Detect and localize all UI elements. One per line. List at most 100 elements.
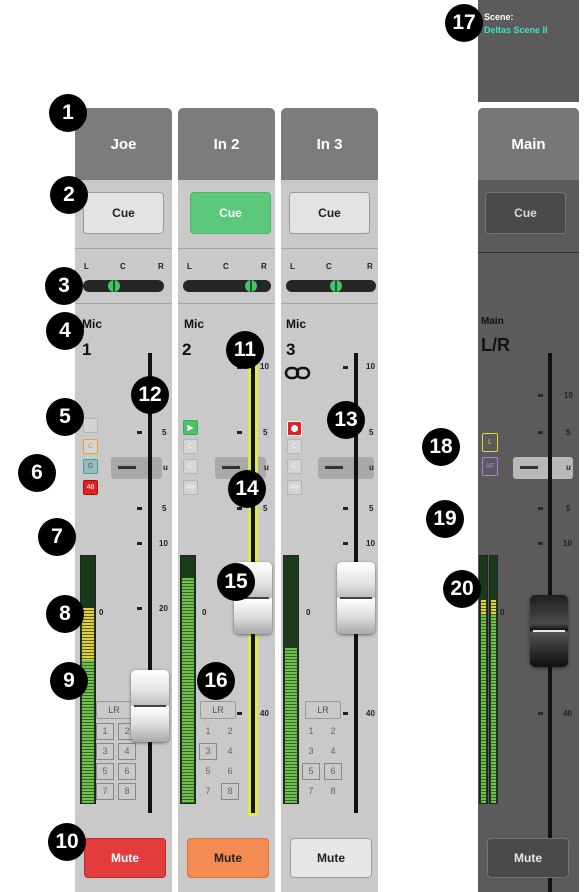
meter-fill	[285, 648, 297, 803]
mix-assign-6[interactable]: 6	[221, 763, 239, 780]
lr-assign-button[interactable]: LR	[200, 701, 236, 719]
mix-assign-4[interactable]: 4	[324, 743, 342, 760]
channel-name: Joe	[110, 136, 137, 153]
scale-label: 10	[564, 391, 573, 400]
scale-tick	[538, 507, 543, 510]
compressor-button[interactable]: C	[183, 439, 198, 454]
mix-assign-5[interactable]: 5	[96, 763, 114, 780]
mix-assign-8[interactable]: 8	[221, 783, 239, 800]
scale-tick	[538, 394, 543, 397]
divider	[178, 248, 275, 249]
callout-marker: 19	[426, 500, 464, 538]
record-button[interactable]	[287, 421, 302, 436]
pan-knob[interactable]	[108, 280, 120, 292]
scale-label: 5	[162, 504, 167, 513]
phantom-power-button[interactable]: 48	[183, 480, 198, 495]
limiter-button[interactable]: L	[482, 433, 498, 452]
scale-label: u	[369, 463, 374, 472]
lr-assign-button[interactable]: LR	[96, 701, 132, 719]
scale-tick	[137, 431, 142, 434]
phantom-power-button[interactable]: 48	[287, 480, 302, 495]
channel-name: In 3	[316, 136, 343, 153]
gate-button[interactable]: G	[183, 459, 198, 474]
source-type: Main	[481, 316, 504, 327]
scale-label: 10	[366, 362, 375, 371]
mix-assign-3[interactable]: 3	[199, 743, 217, 760]
afs-button[interactable]: AF	[482, 457, 498, 476]
compressor-button[interactable]: C	[83, 439, 98, 454]
pan-knob[interactable]	[245, 280, 257, 292]
mix-assign-3[interactable]: 3	[96, 743, 114, 760]
unity-gain-marker	[111, 457, 162, 479]
cue-button[interactable]: Cue	[190, 192, 271, 234]
scale-label: 5	[566, 504, 571, 513]
mix-assign-6[interactable]: 6	[324, 763, 342, 780]
mute-button[interactable]: Mute	[290, 838, 372, 878]
pan-slider[interactable]	[83, 280, 164, 292]
mix-assign-3[interactable]: 3	[302, 743, 320, 760]
callout-marker: 11	[226, 331, 264, 369]
pan-knob[interactable]	[330, 280, 342, 292]
pan-label-r: R	[261, 262, 267, 271]
scale-label: 5	[566, 428, 571, 437]
mute-button[interactable]: Mute	[187, 838, 269, 878]
mix-assign-7[interactable]: 7	[199, 783, 217, 800]
mix-assign-4[interactable]: 4	[118, 743, 136, 760]
callout-marker: 18	[422, 428, 460, 466]
cue-button[interactable]: Cue	[485, 192, 566, 234]
scale-label: u	[264, 463, 269, 472]
scale-label: 10	[563, 539, 572, 548]
cue-button[interactable]: Cue	[83, 192, 164, 234]
meter-peak-left	[481, 600, 486, 614]
scene-panel[interactable]: Scene: Deltas Scene II	[478, 0, 579, 102]
mix-assign-2[interactable]: 2	[221, 723, 239, 740]
mix-assign-7[interactable]: 7	[302, 783, 320, 800]
scale-label: 5	[162, 428, 167, 437]
channel-name-header[interactable]: Joe	[75, 108, 172, 180]
mix-assign-5[interactable]: 5	[199, 763, 217, 780]
mix-assign-1[interactable]: 1	[302, 723, 320, 740]
link-icon[interactable]	[284, 366, 312, 380]
gate-button[interactable]: G	[83, 459, 98, 474]
volume-fader[interactable]	[337, 562, 375, 634]
channel-name-header[interactable]: In 2	[178, 108, 275, 180]
main-volume-fader[interactable]	[530, 595, 568, 667]
unity-gain-marker	[318, 457, 374, 479]
channel-name-header[interactable]: In 3	[281, 108, 378, 180]
callout-marker: 20	[443, 570, 481, 608]
scene-label: Scene:	[484, 12, 514, 22]
lr-assign-button[interactable]: LR	[305, 701, 341, 719]
mix-assign-7[interactable]: 7	[96, 783, 114, 800]
scale-tick	[237, 712, 242, 715]
empty-indicator	[83, 418, 98, 433]
scale-label: 0	[306, 608, 311, 617]
mix-assign-8[interactable]: 8	[324, 783, 342, 800]
scale-tick	[137, 542, 142, 545]
scale-label: 40	[366, 709, 375, 718]
meter-peak-right	[491, 600, 496, 614]
gate-button[interactable]: G	[287, 459, 302, 474]
divider	[281, 303, 378, 304]
pan-slider[interactable]	[183, 280, 271, 292]
main-name-header[interactable]: Main	[478, 108, 579, 180]
mix-assign-8[interactable]: 8	[118, 783, 136, 800]
pan-label-c: C	[326, 262, 332, 271]
mix-assign-1[interactable]: 1	[199, 723, 217, 740]
mix-assign-1[interactable]: 1	[96, 723, 114, 740]
compressor-button[interactable]: C	[287, 439, 302, 454]
mute-button[interactable]: Mute	[84, 838, 166, 878]
mix-assign-5[interactable]: 5	[302, 763, 320, 780]
mute-button[interactable]: Mute	[487, 838, 569, 878]
mix-assign-4[interactable]: 4	[221, 743, 239, 760]
scale-tick	[343, 507, 348, 510]
mix-assign-6[interactable]: 6	[118, 763, 136, 780]
scale-label: 0	[500, 608, 505, 617]
phantom-power-button[interactable]: 48	[83, 480, 98, 495]
unity-gain-marker	[513, 457, 573, 479]
cue-button[interactable]: Cue	[289, 192, 370, 234]
play-indicator-icon[interactable]: ▶	[183, 420, 198, 435]
volume-fader[interactable]	[131, 670, 169, 742]
callout-marker: 2	[50, 176, 88, 214]
mix-assign-2[interactable]: 2	[324, 723, 342, 740]
divider	[75, 248, 172, 249]
